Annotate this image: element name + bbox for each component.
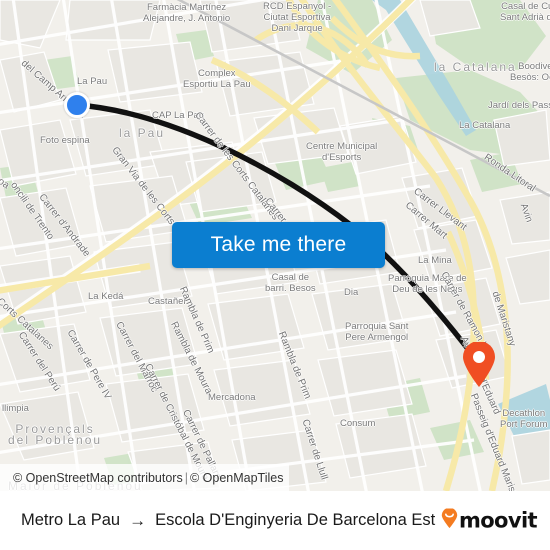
- destination-name: Escola D'Enginyeria De Barcelona Est: [155, 511, 436, 529]
- openmaptiles-attribution-link[interactable]: © OpenMapTiles: [190, 471, 284, 485]
- route-summary: Metro La Pau → Escola D'Enginyeria De Ba…: [21, 511, 435, 531]
- moovit-pin-icon: [441, 507, 458, 533]
- moovit-wordmark: moovit: [458, 508, 538, 533]
- osm-attribution-link[interactable]: © OpenStreetMap contributors: [13, 471, 183, 485]
- take-me-there-label: Take me there: [210, 233, 347, 256]
- map-canvas[interactable]: Farmàcia Martínez Alejandre, J. Antonio R…: [0, 0, 550, 491]
- moovit-trip-map-screen: Farmàcia Martínez Alejandre, J. Antonio R…: [0, 0, 550, 550]
- take-me-there-button[interactable]: Take me there: [172, 222, 385, 268]
- bottom-summary-bar: Metro La Pau → Escola D'Enginyeria De Ba…: [0, 491, 550, 550]
- origin-name: Metro La Pau: [21, 511, 121, 529]
- destination-marker[interactable]: [462, 341, 496, 388]
- map-attribution: © OpenStreetMap contributors | © OpenMapTi…: [0, 464, 289, 491]
- attribution-separator: |: [184, 470, 188, 485]
- origin-marker[interactable]: [64, 92, 90, 118]
- moovit-logo[interactable]: moovit: [441, 507, 538, 533]
- arrow-right-icon: →: [129, 510, 147, 530]
